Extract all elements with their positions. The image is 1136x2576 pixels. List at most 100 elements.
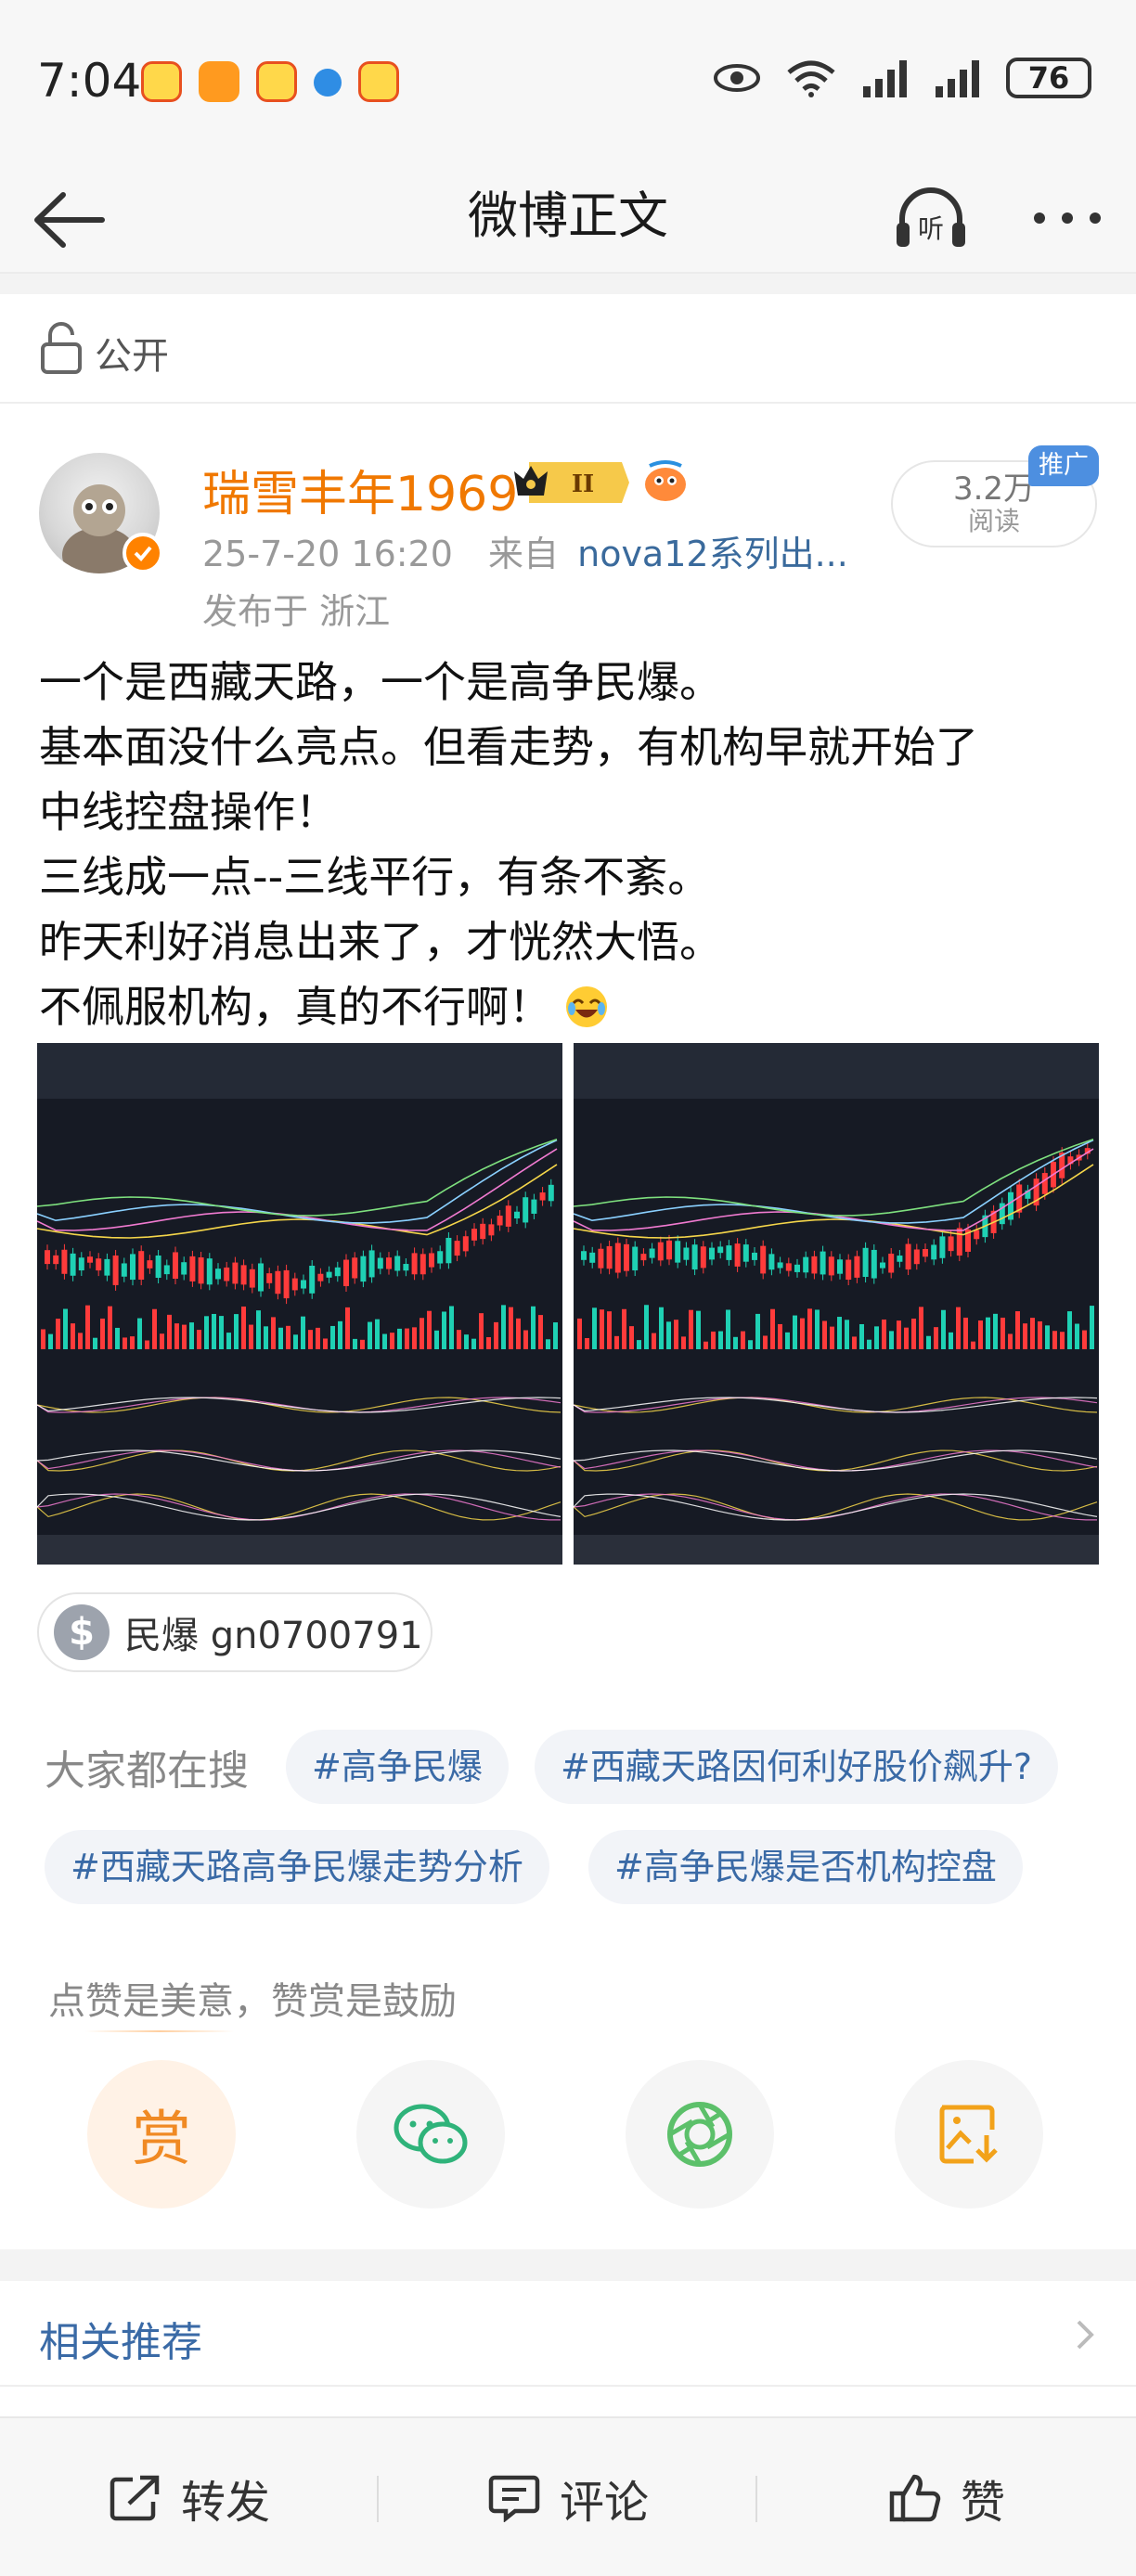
candle-body xyxy=(403,1264,409,1271)
volume-bar xyxy=(160,1333,164,1349)
repost-label: 转发 xyxy=(180,2477,270,2529)
volume-bar xyxy=(845,1320,849,1349)
hot-search-chip[interactable]: #高争民爆是否机构控盘 xyxy=(588,1830,1023,1904)
volume-bar xyxy=(837,1317,842,1349)
volume-bar xyxy=(212,1313,216,1349)
volume-bar xyxy=(577,1318,582,1349)
stock-tag[interactable]: $ 民爆 gn0700791 xyxy=(37,1592,432,1672)
volume-bar xyxy=(353,1338,357,1349)
reward-label: 赏 xyxy=(132,2106,191,2174)
more-options-icon[interactable] xyxy=(1026,176,1109,260)
volume-bar xyxy=(152,1308,157,1349)
volume-bar xyxy=(963,1317,968,1349)
volume-bar xyxy=(226,1333,231,1349)
volume-bar xyxy=(167,1314,172,1349)
screen-glare xyxy=(574,1043,1099,1099)
volume-bar xyxy=(822,1320,827,1349)
volume-bar xyxy=(197,1330,201,1349)
candle-body xyxy=(420,1254,426,1275)
hot-search-chip[interactable]: #西藏天路因何利好股价飙升? xyxy=(535,1730,1059,1804)
fan-badge-icon[interactable] xyxy=(640,457,691,507)
candle-body xyxy=(649,1248,655,1258)
post-location: 发布于 浙江 xyxy=(202,591,391,632)
post-body-line: 基本面没什么亮点。但看走势，有机构早就开始了 xyxy=(39,722,978,772)
candle-body xyxy=(258,1263,264,1292)
related-recommendations-row[interactable]: 相关推荐 xyxy=(0,2281,1136,2387)
candle-body xyxy=(317,1273,324,1282)
volume-bar xyxy=(264,1326,268,1349)
volume-bar xyxy=(1075,1323,1079,1349)
candle-body xyxy=(606,1245,613,1269)
volume-bar xyxy=(390,1333,394,1349)
headphone-listen-icon[interactable]: 听 xyxy=(889,176,973,260)
candle-body xyxy=(905,1243,911,1270)
candle-body xyxy=(785,1263,792,1271)
volume-bar xyxy=(442,1311,446,1349)
volume-bar xyxy=(592,1307,597,1349)
volume-bar xyxy=(1038,1320,1042,1349)
author-name[interactable]: 瑞雪丰年1969 xyxy=(202,455,518,524)
candle-body xyxy=(777,1262,783,1269)
hot-search-chip[interactable]: #西藏天路高争民爆走势分析 xyxy=(45,1830,549,1904)
post-image[interactable] xyxy=(574,1043,1099,1565)
promo-tag[interactable]: 推广 xyxy=(1028,445,1099,486)
stock-chart-photo xyxy=(574,1043,1099,1565)
repost-button[interactable]: 转发 xyxy=(0,2418,379,2576)
volume-bar xyxy=(345,1307,350,1349)
volume-bar xyxy=(115,1327,120,1349)
share-wechat-button[interactable] xyxy=(356,2060,505,2209)
candle-body xyxy=(888,1253,895,1273)
like-button[interactable]: 赞 xyxy=(757,2418,1136,2576)
back-arrow-icon[interactable] xyxy=(28,178,111,262)
comment-icon xyxy=(488,2475,540,2522)
hot-search-chip[interactable]: #高争民爆 xyxy=(286,1730,509,1804)
candle-body xyxy=(462,1236,469,1252)
post-body-line: 一个是西藏天路，一个是高争民爆。 xyxy=(39,657,722,707)
section-divider xyxy=(0,2249,1136,2281)
volume-bar xyxy=(741,1331,745,1349)
candle-body xyxy=(454,1241,460,1256)
volume-bar xyxy=(629,1326,634,1349)
vip-crown-badge-icon[interactable]: II xyxy=(510,458,631,507)
thumbs-up-icon xyxy=(889,2474,941,2522)
volume-bar xyxy=(256,1310,261,1349)
volume-bar xyxy=(471,1338,476,1349)
volume-bar xyxy=(412,1327,417,1349)
comment-button[interactable]: 评论 xyxy=(379,2418,757,2576)
candle-body xyxy=(803,1256,809,1273)
post-image[interactable] xyxy=(37,1043,562,1565)
battery-indicator: 76 xyxy=(1006,58,1091,98)
vip-level: II xyxy=(572,470,594,498)
candle-body xyxy=(1041,1173,1048,1194)
laughing-tears-emoji-icon xyxy=(566,986,607,1027)
volume-bar xyxy=(494,1321,498,1349)
volume-bar xyxy=(889,1331,894,1349)
candle-body xyxy=(624,1243,629,1271)
volume-bar xyxy=(486,1336,491,1349)
volume-bar xyxy=(308,1330,313,1349)
candle-body xyxy=(291,1278,298,1291)
reward-button[interactable]: 赏 xyxy=(87,2060,236,2209)
volume-bar xyxy=(934,1327,938,1349)
volume-bar xyxy=(48,1333,53,1349)
candle-body xyxy=(173,1252,178,1279)
volume-bar xyxy=(41,1329,45,1349)
candle-body xyxy=(497,1216,503,1226)
post-source[interactable]: nova12系列出... xyxy=(577,534,848,574)
share-moments-button[interactable] xyxy=(626,2060,774,2209)
candle-body xyxy=(326,1271,332,1278)
volume-bar xyxy=(382,1333,387,1349)
volume-bar xyxy=(71,1323,75,1349)
candle-body xyxy=(78,1257,84,1271)
candle-body xyxy=(614,1243,621,1273)
candle-body xyxy=(377,1257,383,1269)
volume-bar xyxy=(78,1333,83,1349)
signal-icon xyxy=(936,60,979,97)
moments-aperture-icon xyxy=(667,2102,732,2167)
volume-bar xyxy=(607,1311,612,1349)
eye-icon xyxy=(714,64,760,92)
candle-body xyxy=(683,1247,690,1260)
volume-bar xyxy=(882,1319,886,1349)
signal-icon xyxy=(863,60,907,97)
save-image-button[interactable] xyxy=(895,2060,1043,2209)
